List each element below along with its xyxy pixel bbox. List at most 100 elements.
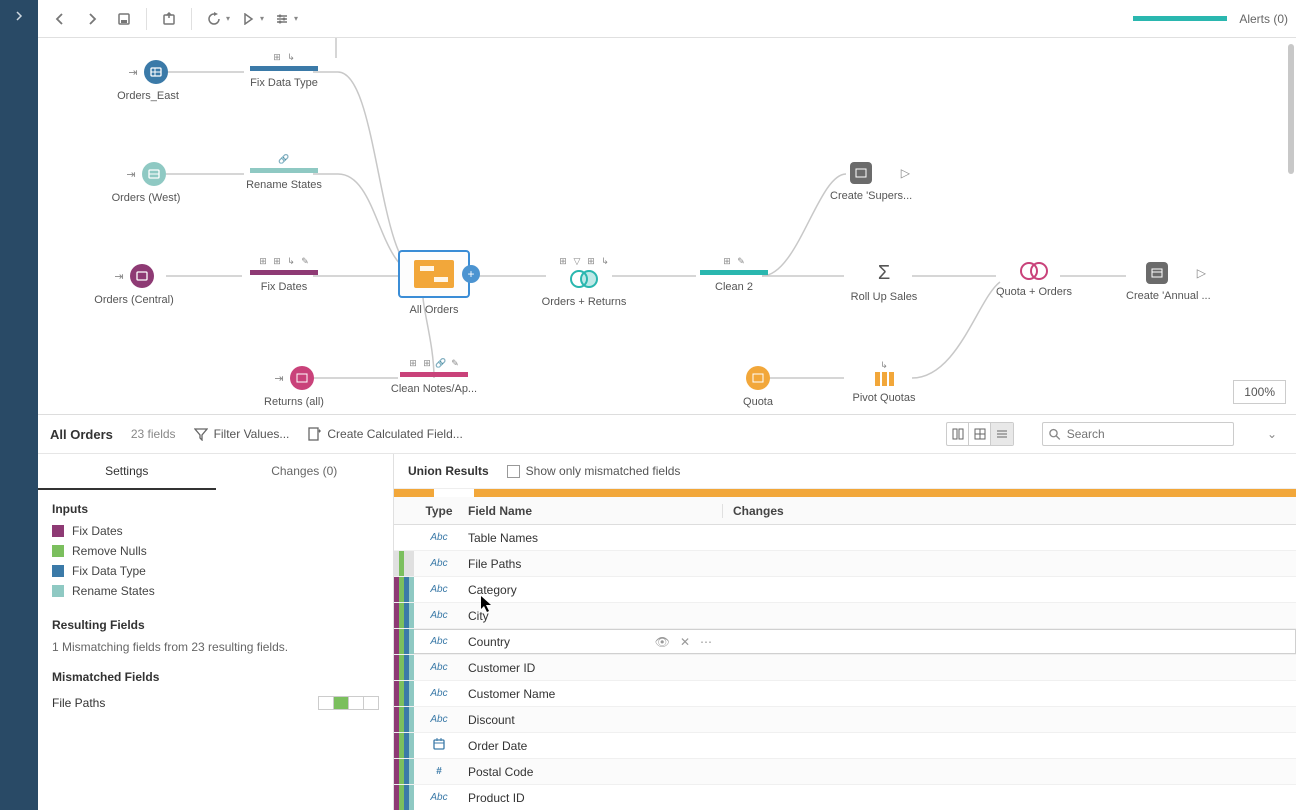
field-name-cell[interactable]: Postal Code xyxy=(462,765,722,779)
canvas-scrollbar[interactable] xyxy=(1288,44,1294,174)
table-row[interactable]: Abc Customer Name xyxy=(394,681,1296,707)
refresh-dropdown[interactable]: ▾ xyxy=(200,5,230,33)
node-rollup-sales[interactable]: Σ xyxy=(878,262,890,285)
field-name-cell[interactable]: Table Names xyxy=(462,531,722,545)
step-fix-data-type[interactable] xyxy=(250,66,318,71)
field-name-cell[interactable]: Customer Name xyxy=(462,687,722,701)
toolbar: ▾ ▾ ▾ Alerts (0) xyxy=(38,0,1296,38)
table-row[interactable]: Abc Product ID xyxy=(394,785,1296,810)
table-row[interactable]: Order Date xyxy=(394,733,1296,759)
input-item[interactable]: Fix Data Type xyxy=(52,564,379,578)
node-create-annual[interactable] xyxy=(1146,262,1168,284)
table-row[interactable]: Abc Discount xyxy=(394,707,1296,733)
table-row[interactable]: Abc Table Names xyxy=(394,525,1296,551)
type-cell[interactable]: Abc xyxy=(416,532,462,543)
view-list-button[interactable] xyxy=(991,423,1013,445)
run-dropdown[interactable]: ▾ xyxy=(234,5,264,33)
field-name-cell[interactable]: File Paths xyxy=(462,557,722,571)
field-name-cell[interactable]: Order Date xyxy=(462,739,722,753)
node-returns-all[interactable] xyxy=(290,366,314,390)
field-name-cell[interactable]: Category xyxy=(462,583,722,597)
remove-icon[interactable]: ✕ xyxy=(680,635,690,649)
play-icon[interactable]: ▷ xyxy=(1197,266,1206,280)
settings-dropdown[interactable]: ▾ xyxy=(268,5,298,33)
type-cell[interactable]: Abc xyxy=(416,714,462,725)
node-label: Clean Notes/Ap... xyxy=(391,383,477,395)
node-all-orders[interactable]: + xyxy=(398,250,470,298)
expand-rail-button[interactable] xyxy=(14,10,24,24)
node-quota[interactable] xyxy=(746,366,770,390)
type-cell[interactable]: # xyxy=(416,766,462,777)
search-box[interactable] xyxy=(1042,422,1234,446)
view-profile-button[interactable] xyxy=(947,423,969,445)
resulting-heading: Resulting Fields xyxy=(52,618,379,632)
filter-values-button[interactable]: Filter Values... xyxy=(194,427,290,441)
forward-button[interactable] xyxy=(78,5,106,33)
node-pivot-quotas[interactable] xyxy=(875,372,894,386)
node-orders-central[interactable] xyxy=(130,264,154,288)
type-cell[interactable]: Abc xyxy=(416,792,462,803)
field-name-cell[interactable]: Discount xyxy=(462,713,722,727)
table-row[interactable]: Abc City xyxy=(394,603,1296,629)
type-cell[interactable]: Abc xyxy=(416,688,462,699)
inputs-heading: Inputs xyxy=(52,502,379,516)
step-title: All Orders xyxy=(50,427,113,442)
type-cell[interactable] xyxy=(416,737,462,754)
more-icon[interactable]: ⋯ xyxy=(700,635,712,649)
play-icon[interactable]: ▷ xyxy=(901,166,910,180)
chevron-down-icon: ▾ xyxy=(226,14,230,23)
step-fix-dates[interactable] xyxy=(250,270,318,275)
left-rail xyxy=(0,0,38,810)
table-row[interactable]: Abc Customer ID xyxy=(394,655,1296,681)
mini-icons: ⊞↳ xyxy=(272,52,296,62)
field-name-cell[interactable]: Country👁✕⋯ xyxy=(462,635,722,649)
collapse-panel-button[interactable]: ⌄ xyxy=(1260,427,1284,441)
field-name-cell[interactable]: City xyxy=(462,609,722,623)
input-item[interactable]: Remove Nulls xyxy=(52,544,379,558)
back-button[interactable] xyxy=(46,5,74,33)
tab-settings[interactable]: Settings xyxy=(38,454,216,490)
type-cell[interactable]: Abc xyxy=(416,610,462,621)
step-clean-notes[interactable] xyxy=(400,372,468,377)
tab-changes[interactable]: Changes (0) xyxy=(216,454,394,490)
chevron-down-icon: ▾ xyxy=(294,14,298,23)
add-step-button[interactable]: + xyxy=(462,265,480,283)
node-label: Orders (West) xyxy=(112,192,181,204)
fields-table: Type Field Name Changes Abc Table Names … xyxy=(394,497,1296,810)
table-row[interactable]: # Postal Code xyxy=(394,759,1296,785)
input-item[interactable]: Fix Dates xyxy=(52,524,379,538)
view-grid-button[interactable] xyxy=(969,423,991,445)
search-input[interactable] xyxy=(1067,427,1227,441)
zoom-level[interactable]: 100% xyxy=(1233,380,1286,404)
node-orders-east[interactable] xyxy=(144,60,168,84)
flow-canvas[interactable]: ⇥ Orders_East ⊞↳ Fix Data Type xyxy=(38,38,1296,414)
node-orders-west[interactable] xyxy=(142,162,166,186)
table-row[interactable]: Abc File Paths xyxy=(394,551,1296,577)
step-clean2[interactable] xyxy=(700,270,768,275)
datasource-icon: ⇥ xyxy=(274,372,283,385)
hide-icon[interactable]: 👁 xyxy=(655,635,670,649)
publish-button[interactable] xyxy=(155,5,183,33)
type-cell[interactable]: Abc xyxy=(416,662,462,673)
show-mismatch-checkbox[interactable]: Show only mismatched fields xyxy=(507,464,681,478)
save-button[interactable] xyxy=(110,5,138,33)
mismatched-item[interactable]: File Paths xyxy=(52,692,379,714)
field-name-cell[interactable]: Product ID xyxy=(462,791,722,805)
mini-icons: ↳ xyxy=(879,360,889,370)
node-create-supers[interactable] xyxy=(850,162,872,184)
type-cell[interactable]: Abc xyxy=(416,636,462,647)
node-quota-orders[interactable] xyxy=(1020,262,1048,280)
create-calc-field-button[interactable]: Create Calculated Field... xyxy=(307,427,462,441)
node-label: Pivot Quotas xyxy=(853,392,916,404)
alerts-label[interactable]: Alerts (0) xyxy=(1239,12,1288,26)
type-cell[interactable]: Abc xyxy=(416,558,462,569)
step-rename-states[interactable] xyxy=(250,168,318,173)
node-label: Orders + Returns xyxy=(542,296,627,308)
node-orders-returns[interactable] xyxy=(570,270,598,288)
field-name-cell[interactable]: Customer ID xyxy=(462,661,722,675)
table-row[interactable]: Abc Country👁✕⋯ xyxy=(394,629,1296,655)
table-row[interactable]: Abc Category xyxy=(394,577,1296,603)
input-item[interactable]: Rename States xyxy=(52,584,379,598)
type-cell[interactable]: Abc xyxy=(416,584,462,595)
node-label: Roll Up Sales xyxy=(851,291,918,303)
